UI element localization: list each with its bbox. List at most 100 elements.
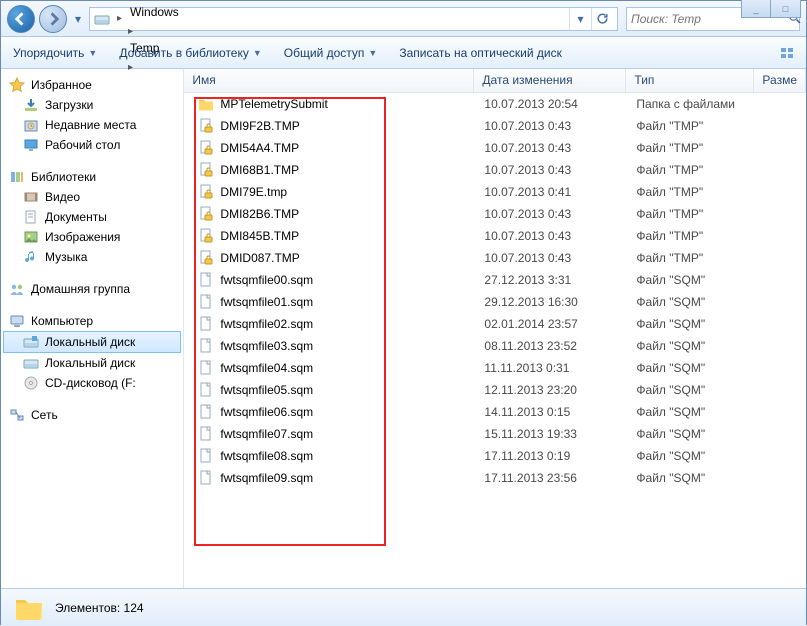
file-type: Файл "SQM" <box>636 449 764 463</box>
column-size[interactable]: Разме <box>754 69 806 92</box>
back-button[interactable] <box>7 5 35 33</box>
refresh-button[interactable] <box>591 8 613 30</box>
sidebar-libraries[interactable]: ▷ Библиотеки <box>3 167 181 187</box>
sidebar-item[interactable]: Изображения <box>3 227 181 247</box>
column-date[interactable]: Дата изменения <box>474 69 626 92</box>
file-name: DMI9F2B.TMP <box>220 119 299 133</box>
sidebar-network[interactable]: ▷ Сеть <box>3 405 181 425</box>
cd-icon <box>23 375 39 391</box>
history-dropdown[interactable]: ▾ <box>71 12 85 26</box>
sidebar-item-label: Локальный диск <box>45 335 135 349</box>
lockfile-icon <box>198 162 214 178</box>
sidebar-item[interactable]: CD-дисковод (F: <box>3 373 181 393</box>
status-text: Элементов: 124 <box>55 601 144 615</box>
file-date: 29.12.2013 16:30 <box>484 295 636 309</box>
file-date: 08.11.2013 23:52 <box>484 339 636 353</box>
sidebar-item[interactable]: Музыка <box>3 247 181 267</box>
file-row[interactable]: fwtsqmfile08.sqm 17.11.2013 0:19Файл "SQM… <box>184 445 806 467</box>
file-icon <box>198 316 214 332</box>
video-icon <box>23 189 39 205</box>
file-row[interactable]: DMI68B1.TMP 10.07.2013 0:43Файл "TMP" <box>184 159 806 181</box>
drive-icon <box>94 11 110 27</box>
file-row[interactable]: fwtsqmfile09.sqm17.11.2013 23:56Файл "SQ… <box>184 467 806 489</box>
file-row[interactable]: DMI845B.TMP10.07.2013 0:43Файл "TMP" <box>184 225 806 247</box>
sidebar-head-label: Избранное <box>31 78 92 92</box>
file-date: 11.11.2013 0:31 <box>484 361 636 375</box>
address-bar[interactable]: ▸ Локальный диск (C:)▸Windows▸Temp▸ ▾ <box>89 7 618 31</box>
file-list[interactable]: MPTelemetrySubmit10.07.2013 20:54Папка с… <box>184 93 806 588</box>
chevron-right-icon[interactable]: ▸ <box>125 0 136 1</box>
sidebar-item-label: Локальный диск <box>45 356 135 370</box>
sidebar-item[interactable]: Рабочий стол <box>3 135 181 155</box>
file-name: fwtsqmfile08.sqm <box>220 449 313 463</box>
file-date: 15.11.2013 19:33 <box>484 427 636 441</box>
images-icon <box>23 229 39 245</box>
file-date: 17.11.2013 23:56 <box>484 471 636 485</box>
file-row[interactable]: MPTelemetrySubmit10.07.2013 20:54Папка с… <box>184 93 806 115</box>
sidebar-item[interactable]: Видео <box>3 187 181 207</box>
file-type: Файл "SQM" <box>636 339 764 353</box>
chevron-right-icon[interactable]: ▸ <box>125 26 136 37</box>
file-row[interactable]: DMI9F2B.TMP10.07.2013 0:43Файл "TMP" <box>184 115 806 137</box>
file-icon <box>198 294 214 310</box>
file-row[interactable]: fwtsqmfile03.sqm08.11.2013 23:52Файл "SQ… <box>184 335 806 357</box>
file-row[interactable]: DMI82B6.TMP10.07.2013 0:43Файл "TMP" <box>184 203 806 225</box>
lockfile-icon <box>198 140 214 156</box>
sidebar-item[interactable]: Локальный диск <box>3 353 181 373</box>
column-type[interactable]: Тип <box>626 69 754 92</box>
forward-button[interactable] <box>39 5 67 33</box>
root-arrow[interactable]: ▸ <box>114 13 125 24</box>
file-name: DMI68B1.TMP <box>220 163 299 177</box>
sidebar-computer[interactable]: ▽ Компьютер <box>3 311 181 331</box>
sidebar-item[interactable]: Локальный диск <box>3 331 181 353</box>
file-row[interactable]: fwtsqmfile01.sqm 29.12.2013 16:30Файл "SQ… <box>184 291 806 313</box>
file-type: Файл "SQM" <box>636 405 764 419</box>
file-date: 27.12.2013 3:31 <box>484 273 636 287</box>
breadcrumb-item[interactable]: Windows <box>125 1 249 23</box>
file-icon <box>198 426 214 442</box>
sidebar-item[interactable]: Недавние места <box>3 115 181 135</box>
file-date: 17.11.2013 0:19 <box>484 449 636 463</box>
file-row[interactable]: fwtsqmfile02.sqm02.01.2014 23:57Файл "SQ… <box>184 313 806 335</box>
lockfile-icon <box>198 206 214 222</box>
file-row[interactable]: fwtsqmfile04.sqm11.11.2013 0:31Файл "SQM… <box>184 357 806 379</box>
sidebar-item[interactable]: Загрузки <box>3 95 181 115</box>
file-icon <box>198 448 214 464</box>
file-name: fwtsqmfile02.sqm <box>220 317 313 331</box>
file-row[interactable]: fwtsqmfile05.sqm12.11.2013 23:20Файл "SQ… <box>184 379 806 401</box>
sidebar-item-label: CD-дисковод (F: <box>45 376 136 390</box>
file-row[interactable]: DMI54A4.TMP10.07.2013 0:43Файл "TMP" <box>184 137 806 159</box>
file-row[interactable]: fwtsqmfile07.sqm15.11.2013 19:33Файл "SQ… <box>184 423 806 445</box>
file-type: Файл "SQM" <box>636 273 764 287</box>
organize-menu[interactable]: Упорядочить▼ <box>9 43 101 63</box>
minimize-button[interactable]: _ <box>741 0 771 18</box>
file-type: Папка с файлами <box>636 97 764 111</box>
sidebar-homegroup[interactable]: ▷ Домашняя группа <box>3 279 181 299</box>
file-type: Файл "TMP" <box>636 119 764 133</box>
column-name[interactable]: Имя <box>184 69 474 92</box>
sidebar-item[interactable]: Документы <box>3 207 181 227</box>
navigation-pane[interactable]: ▷ Избранное ЗагрузкиНедавние местаРабочи… <box>1 69 184 588</box>
file-date: 10.07.2013 0:43 <box>484 141 636 155</box>
command-bar: Упорядочить▼ Добавить в библиотеку▼ Общи… <box>1 37 806 69</box>
lockfile-icon <box>198 118 214 134</box>
file-row[interactable]: fwtsqmfile00.sqm27.12.2013 3:31Файл "SQM… <box>184 269 806 291</box>
maximize-button[interactable]: □ <box>771 0 801 18</box>
file-row[interactable]: fwtsqmfile06.sqm14.11.2013 0:15Файл "SQM… <box>184 401 806 423</box>
share-menu[interactable]: Общий доступ▼ <box>280 43 382 63</box>
file-type: Файл "TMP" <box>636 163 764 177</box>
address-dropdown[interactable]: ▾ <box>569 8 591 30</box>
add-to-library-menu[interactable]: Добавить в библиотеку▼ <box>115 43 265 63</box>
file-name: fwtsqmfile01.sqm <box>220 295 313 309</box>
file-type: Файл "SQM" <box>636 295 764 309</box>
file-row[interactable]: DMI79E.tmp10.07.2013 0:41Файл "TMP" <box>184 181 806 203</box>
lockfile-icon <box>198 228 214 244</box>
computer-icon <box>9 313 25 329</box>
view-options-button[interactable] <box>776 42 798 64</box>
burn-button[interactable]: Записать на оптический диск <box>395 43 566 63</box>
sidebar-head-label: Библиотеки <box>31 170 96 184</box>
sidebar-favorites[interactable]: ▷ Избранное <box>3 75 181 95</box>
file-date: 10.07.2013 0:43 <box>484 163 636 177</box>
file-name: DMI82B6.TMP <box>220 207 299 221</box>
file-row[interactable]: DMID087.TMP10.07.2013 0:43Файл "TMP" <box>184 247 806 269</box>
